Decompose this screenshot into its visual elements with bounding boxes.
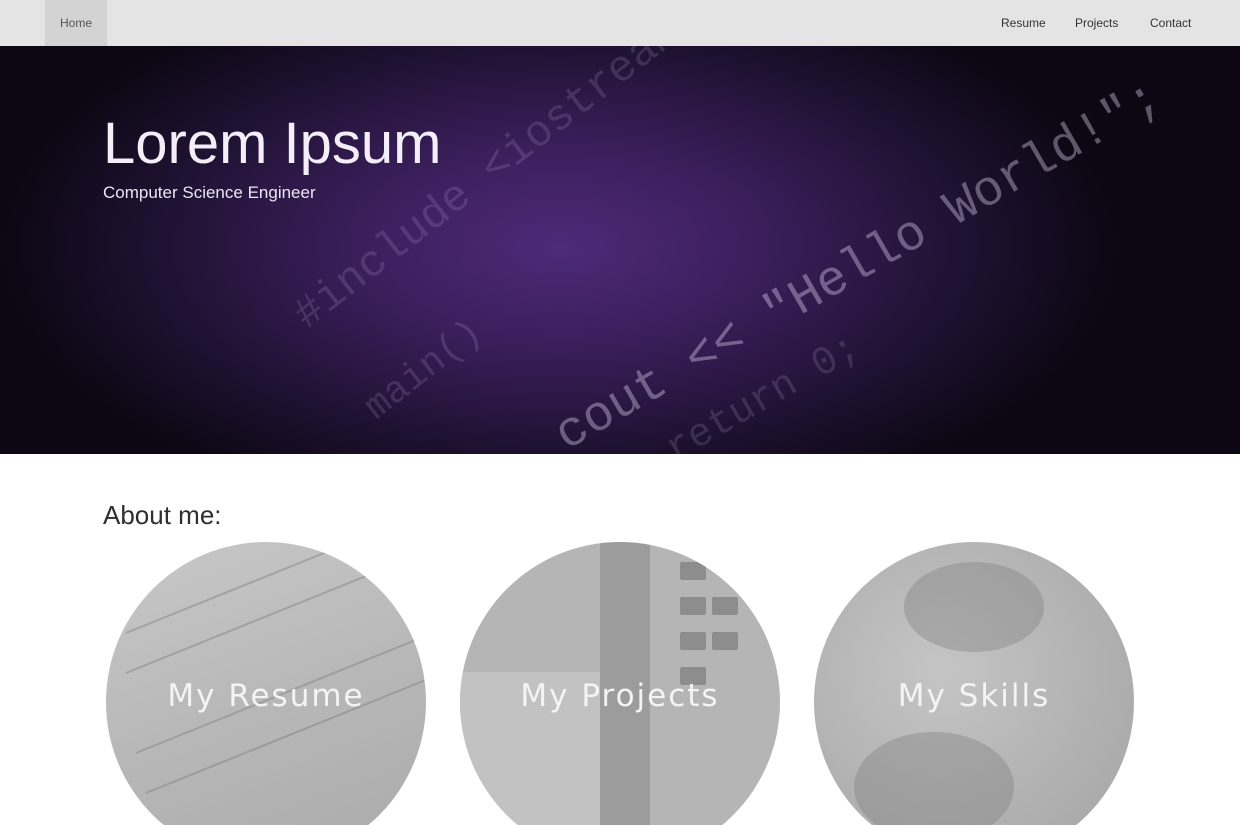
top-navbar: Home Resume Projects Contact <box>0 0 1240 46</box>
keyboard-key <box>680 597 706 615</box>
resume-card[interactable]: My Resume <box>106 542 426 825</box>
blurred-shape <box>904 562 1044 652</box>
keyboard-key <box>712 632 738 650</box>
nav-home-link[interactable]: Home <box>45 0 107 46</box>
skills-card-label: My Skills <box>897 678 1051 714</box>
nav-projects-link[interactable]: Projects <box>1075 0 1118 46</box>
keyboard-key <box>712 597 738 615</box>
hero-code-include: #include <iostream> <box>284 46 711 341</box>
about-heading: About me: <box>103 500 222 530</box>
keyboard-key <box>680 562 706 580</box>
paper-texture-line <box>125 542 405 634</box>
hero-code-main: main() <box>356 311 492 430</box>
hero-code-hello: cout << "Hello World!"; <box>545 69 1172 454</box>
skills-card[interactable]: My Skills <box>814 542 1134 825</box>
projects-card-label: My Projects <box>520 678 720 714</box>
nav-contact-link[interactable]: Contact <box>1150 0 1191 46</box>
hero-subtitle: Computer Science Engineer <box>103 183 316 202</box>
blurred-shape <box>854 732 1014 825</box>
keyboard-key <box>680 632 706 650</box>
hero-title: Lorem Ipsum <box>103 111 442 176</box>
resume-card-label: My Resume <box>167 678 365 714</box>
projects-card[interactable]: My Projects <box>460 542 780 825</box>
hero-banner: #include <iostream> main() cout << "Hell… <box>0 46 1240 454</box>
nav-resume-link[interactable]: Resume <box>1001 0 1046 46</box>
